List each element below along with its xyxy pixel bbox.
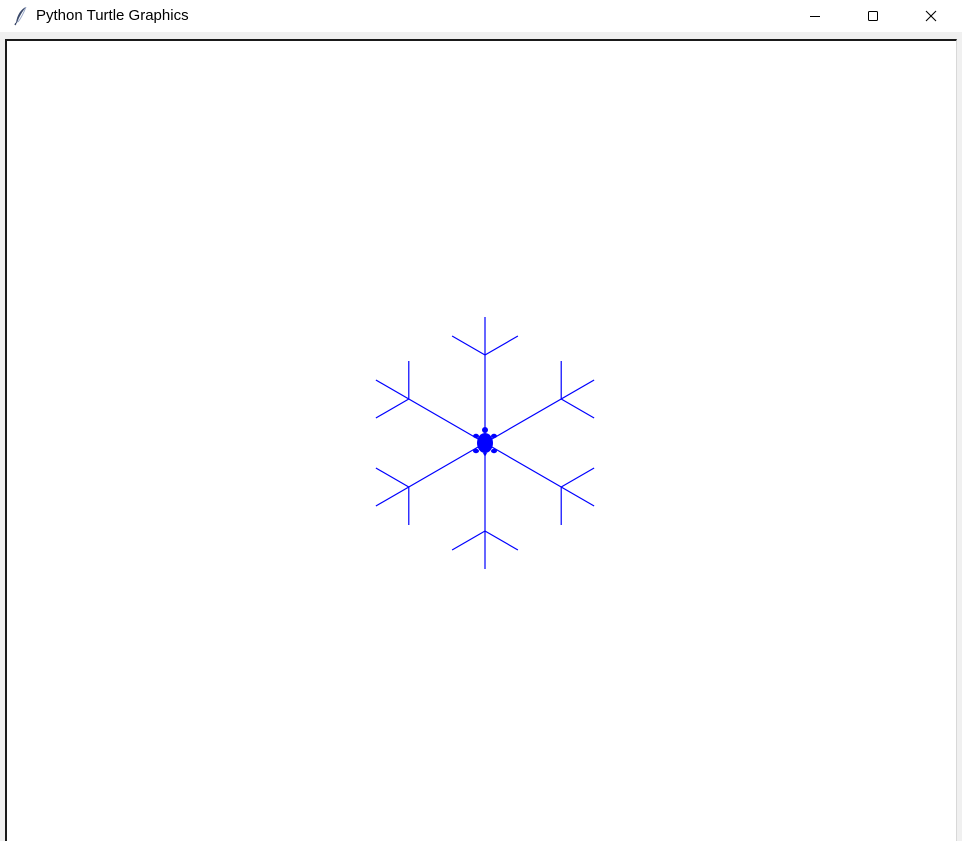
close-button[interactable]	[902, 0, 960, 32]
turtle-cursor	[473, 427, 497, 457]
snowflake-arm	[375, 379, 486, 444]
maximize-button[interactable]	[844, 0, 902, 32]
window-right-border	[957, 32, 962, 841]
snowflake-branch	[375, 467, 410, 488]
snowflake-branch	[560, 398, 595, 419]
maximize-icon	[868, 11, 878, 21]
turtle-window: Python Turtle Graphics	[0, 0, 962, 841]
close-icon	[925, 10, 937, 22]
snowflake-branch	[451, 335, 486, 356]
snowflake-branch	[560, 467, 595, 488]
minimize-button[interactable]	[786, 0, 844, 32]
title-bar[interactable]: Python Turtle Graphics	[0, 0, 962, 32]
snowflake-branch	[484, 530, 519, 551]
snowflake-arm	[375, 442, 486, 507]
snowflake-branch	[484, 335, 519, 356]
turtle-canvas[interactable]	[5, 39, 957, 841]
window-title: Python Turtle Graphics	[36, 7, 189, 24]
snowflake-branch	[451, 530, 486, 551]
minimize-icon	[810, 16, 820, 17]
feather-icon	[14, 6, 27, 26]
snowflake-arm	[484, 442, 595, 507]
snowflake-drawing	[375, 317, 595, 569]
snowflake-arm	[484, 379, 595, 444]
snowflake-branch	[375, 398, 410, 419]
